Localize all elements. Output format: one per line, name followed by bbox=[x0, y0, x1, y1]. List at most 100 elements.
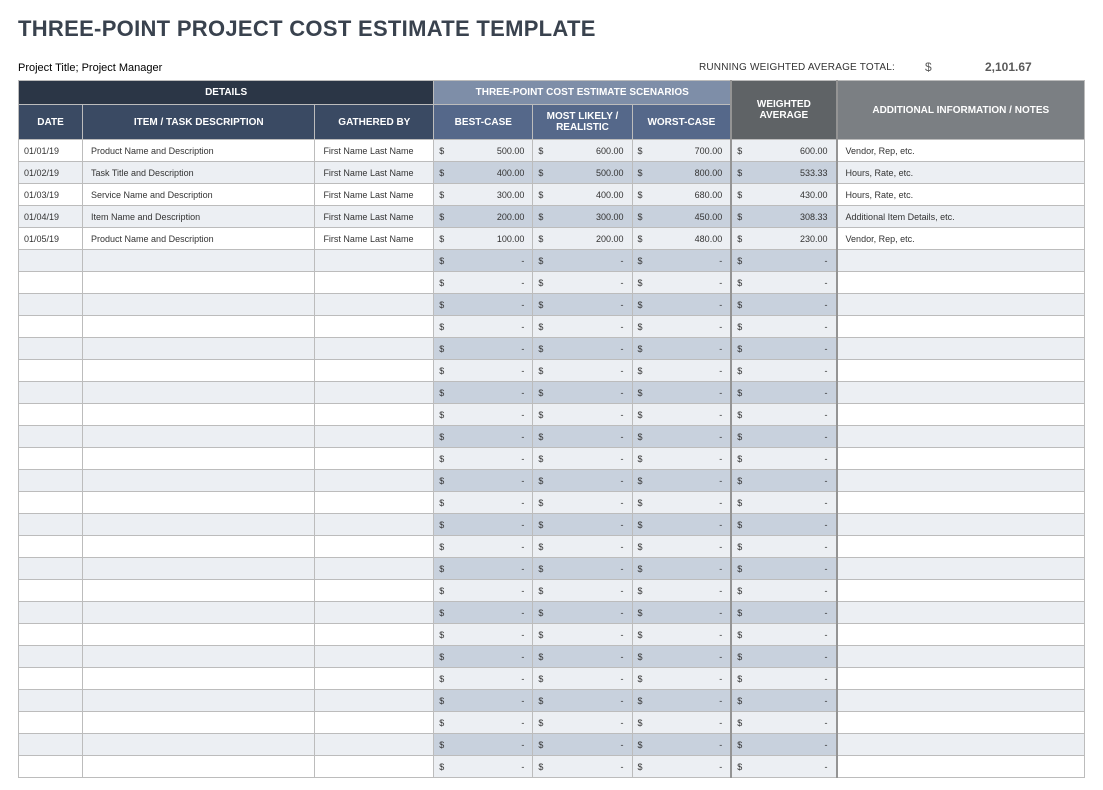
cell-gathered[interactable] bbox=[315, 580, 434, 602]
cell-gathered[interactable] bbox=[315, 316, 434, 338]
cell-date[interactable] bbox=[19, 360, 83, 382]
money-cell[interactable]: $230.00 bbox=[731, 228, 836, 250]
cell-date[interactable]: 01/03/19 bbox=[19, 184, 83, 206]
cell-notes[interactable] bbox=[837, 558, 1085, 580]
money-cell[interactable]: $300.00 bbox=[434, 184, 533, 206]
money-cell[interactable]: $- bbox=[533, 668, 632, 690]
cell-date[interactable] bbox=[19, 316, 83, 338]
cell-date[interactable] bbox=[19, 492, 83, 514]
cell-notes[interactable]: Vendor, Rep, etc. bbox=[837, 140, 1085, 162]
money-cell[interactable]: $- bbox=[632, 338, 731, 360]
money-cell[interactable]: $- bbox=[533, 602, 632, 624]
money-cell[interactable]: $100.00 bbox=[434, 228, 533, 250]
money-cell[interactable]: $- bbox=[632, 536, 731, 558]
cell-notes[interactable] bbox=[837, 272, 1085, 294]
money-cell[interactable]: $700.00 bbox=[632, 140, 731, 162]
money-cell[interactable]: $- bbox=[731, 360, 836, 382]
cell-notes[interactable] bbox=[837, 668, 1085, 690]
cell-date[interactable]: 01/02/19 bbox=[19, 162, 83, 184]
cell-date[interactable] bbox=[19, 536, 83, 558]
money-cell[interactable]: $- bbox=[731, 338, 836, 360]
money-cell[interactable]: $- bbox=[632, 712, 731, 734]
money-cell[interactable]: $- bbox=[731, 712, 836, 734]
money-cell[interactable]: $300.00 bbox=[533, 206, 632, 228]
cell-item[interactable] bbox=[83, 294, 315, 316]
cell-gathered[interactable] bbox=[315, 558, 434, 580]
money-cell[interactable]: $- bbox=[731, 272, 836, 294]
money-cell[interactable]: $400.00 bbox=[533, 184, 632, 206]
cell-date[interactable] bbox=[19, 668, 83, 690]
money-cell[interactable]: $200.00 bbox=[434, 206, 533, 228]
cell-date[interactable] bbox=[19, 272, 83, 294]
money-cell[interactable]: $- bbox=[632, 734, 731, 756]
cell-item[interactable] bbox=[83, 360, 315, 382]
money-cell[interactable]: $430.00 bbox=[731, 184, 836, 206]
cell-item[interactable] bbox=[83, 690, 315, 712]
cell-notes[interactable] bbox=[837, 602, 1085, 624]
money-cell[interactable]: $- bbox=[434, 470, 533, 492]
cell-item[interactable] bbox=[83, 426, 315, 448]
money-cell[interactable]: $- bbox=[731, 602, 836, 624]
cell-gathered[interactable] bbox=[315, 690, 434, 712]
cell-notes[interactable] bbox=[837, 294, 1085, 316]
money-cell[interactable]: $- bbox=[731, 492, 836, 514]
money-cell[interactable]: $- bbox=[731, 558, 836, 580]
cell-gathered[interactable] bbox=[315, 426, 434, 448]
cell-gathered[interactable] bbox=[315, 492, 434, 514]
money-cell[interactable]: $- bbox=[632, 646, 731, 668]
money-cell[interactable]: $- bbox=[731, 668, 836, 690]
cell-item[interactable] bbox=[83, 646, 315, 668]
money-cell[interactable]: $400.00 bbox=[434, 162, 533, 184]
cell-item[interactable]: Service Name and Description bbox=[83, 184, 315, 206]
money-cell[interactable]: $- bbox=[434, 250, 533, 272]
money-cell[interactable]: $- bbox=[533, 426, 632, 448]
money-cell[interactable]: $- bbox=[731, 580, 836, 602]
cell-notes[interactable] bbox=[837, 360, 1085, 382]
money-cell[interactable]: $- bbox=[731, 382, 836, 404]
cell-date[interactable] bbox=[19, 448, 83, 470]
cell-gathered[interactable] bbox=[315, 668, 434, 690]
money-cell[interactable]: $308.33 bbox=[731, 206, 836, 228]
cell-notes[interactable] bbox=[837, 404, 1085, 426]
cell-item[interactable] bbox=[83, 338, 315, 360]
cell-date[interactable] bbox=[19, 382, 83, 404]
cell-notes[interactable] bbox=[837, 338, 1085, 360]
money-cell[interactable]: $- bbox=[533, 316, 632, 338]
money-cell[interactable]: $- bbox=[533, 646, 632, 668]
money-cell[interactable]: $- bbox=[632, 426, 731, 448]
money-cell[interactable]: $- bbox=[632, 690, 731, 712]
cell-date[interactable]: 01/04/19 bbox=[19, 206, 83, 228]
cell-item[interactable] bbox=[83, 250, 315, 272]
money-cell[interactable]: $- bbox=[731, 646, 836, 668]
cell-gathered[interactable] bbox=[315, 470, 434, 492]
cell-notes[interactable] bbox=[837, 426, 1085, 448]
cell-gathered[interactable] bbox=[315, 536, 434, 558]
cell-date[interactable]: 01/01/19 bbox=[19, 140, 83, 162]
cell-item[interactable] bbox=[83, 382, 315, 404]
money-cell[interactable]: $- bbox=[434, 316, 533, 338]
money-cell[interactable]: $- bbox=[434, 294, 533, 316]
money-cell[interactable]: $- bbox=[434, 690, 533, 712]
money-cell[interactable]: $600.00 bbox=[533, 140, 632, 162]
cell-date[interactable] bbox=[19, 624, 83, 646]
cell-item[interactable] bbox=[83, 558, 315, 580]
cell-item[interactable]: Product Name and Description bbox=[83, 228, 315, 250]
cell-item[interactable] bbox=[83, 404, 315, 426]
cell-date[interactable] bbox=[19, 602, 83, 624]
money-cell[interactable]: $- bbox=[434, 448, 533, 470]
money-cell[interactable]: $- bbox=[533, 338, 632, 360]
money-cell[interactable]: $- bbox=[632, 558, 731, 580]
cell-notes[interactable] bbox=[837, 536, 1085, 558]
money-cell[interactable]: $- bbox=[533, 404, 632, 426]
money-cell[interactable]: $- bbox=[632, 448, 731, 470]
money-cell[interactable]: $- bbox=[632, 404, 731, 426]
cell-notes[interactable] bbox=[837, 448, 1085, 470]
money-cell[interactable]: $- bbox=[533, 580, 632, 602]
money-cell[interactable]: $- bbox=[533, 734, 632, 756]
cell-notes[interactable] bbox=[837, 712, 1085, 734]
cell-item[interactable]: Task Title and Description bbox=[83, 162, 315, 184]
cell-gathered[interactable] bbox=[315, 602, 434, 624]
cell-notes[interactable] bbox=[837, 514, 1085, 536]
money-cell[interactable]: $- bbox=[434, 404, 533, 426]
money-cell[interactable]: $- bbox=[533, 470, 632, 492]
